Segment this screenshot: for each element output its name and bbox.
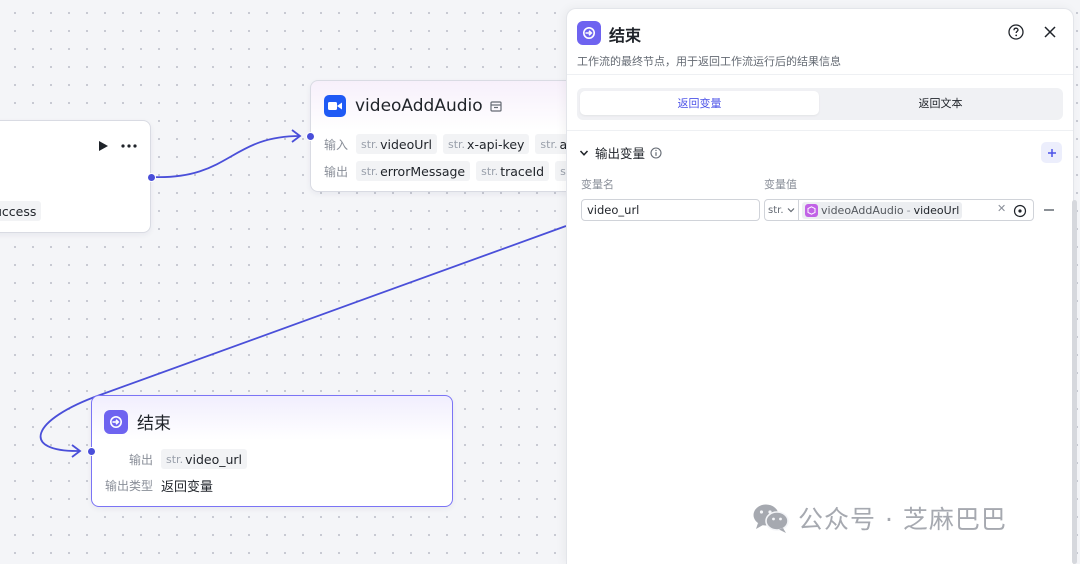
tab-return-variable[interactable]: 返回变量	[580, 91, 819, 115]
output-variables-section[interactable]: 输出变量	[579, 143, 662, 162]
reference-chip: videoAddAudio - videoUrl	[802, 201, 963, 219]
video-camera-icon	[324, 95, 346, 117]
output-type-label: 输出类型	[105, 479, 154, 493]
output-row: 输出 str.errorMessage str.traceId str.vi	[324, 161, 601, 181]
variable-type-select[interactable]: str.	[764, 199, 799, 221]
output-param: str. errorMessage	[356, 161, 471, 181]
output-tag-name: uccess	[0, 203, 37, 219]
end-node-config-panel: 结束 工作流的最终节点，用于返回工作流运行后的结果信息 返回变量 返回文本 输出…	[566, 8, 1074, 564]
section-title: 输出变量	[595, 146, 646, 161]
divider	[567, 130, 1073, 131]
tab-return-text[interactable]: 返回文本	[821, 91, 1060, 115]
column-variable-value: 变量值	[764, 178, 797, 191]
watermark: 公众号 · 芝麻巴巴	[752, 500, 1007, 536]
column-variable-name: 变量名	[581, 178, 614, 191]
upstream-output-row: uccess	[0, 201, 47, 221]
output-param: str. traceId	[476, 161, 550, 181]
reference-separator: -	[906, 203, 911, 217]
chevron-down-icon[interactable]	[579, 148, 589, 158]
help-icon[interactable]	[1005, 21, 1027, 43]
panel-scrollbar[interactable]	[1072, 200, 1077, 564]
variable-name-input[interactable]	[581, 199, 760, 221]
wechat-icon	[752, 502, 790, 534]
input-param: str. x-api-key	[442, 134, 530, 154]
upstream-output-port[interactable]	[147, 173, 156, 182]
output-tag: uccess	[0, 201, 42, 221]
output-param: str. video_url	[161, 449, 248, 469]
end-node[interactable]: 结束 输出 str. video_url 输出类型 返回变量	[91, 395, 453, 507]
node-title: videoAddAudio	[355, 96, 483, 116]
video-input-port[interactable]	[306, 132, 315, 141]
remove-variable-button[interactable]	[1040, 199, 1058, 221]
panel-description: 工作流的最终节点，用于返回工作流运行后的结果信息	[577, 55, 841, 68]
input-row: 输入 str.videoUrl str.x-api-key str.audi	[324, 134, 597, 154]
clear-reference-icon[interactable]: ✕	[997, 202, 1006, 215]
plugin-icon	[805, 203, 818, 217]
node-header: 结束	[104, 409, 171, 434]
node-header: videoAddAudio	[324, 95, 502, 117]
variable-picker-icon[interactable]	[1013, 203, 1027, 218]
panel-header: 结束 工作流的最终节点，用于返回工作流运行后的结果信息	[567, 9, 1073, 75]
return-mode-tabs: 返回变量 返回文本	[577, 88, 1063, 120]
more-icon[interactable]	[118, 135, 140, 157]
output-row: 输出 str. video_url	[129, 449, 253, 469]
plugin-store-icon	[490, 100, 502, 112]
reference-variable-name: videoUrl	[913, 203, 960, 217]
end-input-port[interactable]	[87, 447, 96, 456]
watermark-text: 公众号 · 芝麻巴巴	[798, 505, 1007, 534]
output-label: 输出	[129, 452, 154, 467]
exit-icon	[104, 409, 128, 434]
output-label: 输出	[324, 164, 349, 179]
input-param: str. videoUrl	[356, 134, 437, 154]
upstream-node[interactable]: uccess	[0, 120, 151, 233]
output-type-value: 返回变量	[161, 480, 214, 495]
output-type-row: 输出类型 返回变量	[105, 476, 213, 495]
video-add-audio-node[interactable]: videoAddAudio 输入 str. videoUrl str. x-api-…	[310, 80, 600, 192]
chevron-down-icon	[787, 206, 795, 214]
variable-type-value: str.	[768, 204, 784, 216]
input-label: 输入	[324, 137, 349, 152]
add-variable-button[interactable]	[1041, 142, 1062, 163]
info-icon[interactable]	[650, 146, 662, 159]
run-icon[interactable]	[92, 135, 114, 157]
reference-node-name: videoAddAudio	[821, 203, 904, 217]
node-title: 结束	[137, 414, 171, 434]
exit-icon	[577, 21, 601, 45]
edge-left-to-video	[151, 135, 301, 178]
panel-title: 结束	[609, 26, 642, 45]
close-icon[interactable]	[1039, 21, 1061, 43]
